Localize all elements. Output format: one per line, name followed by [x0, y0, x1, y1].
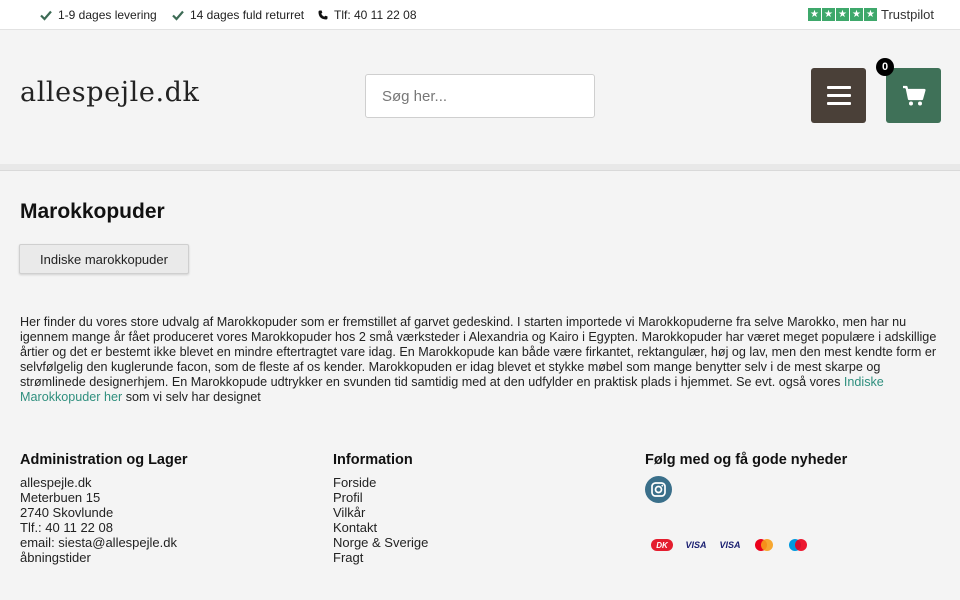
- dankort-icon: DK: [650, 536, 674, 554]
- maestro-icon: [786, 536, 810, 554]
- hamburger-line: [826, 102, 851, 105]
- checkmark-icon: [172, 10, 184, 21]
- admin-line: allespejle.dk: [20, 475, 92, 490]
- cart-icon: [902, 85, 926, 105]
- admin-line: 2740 Skovlunde: [20, 505, 114, 520]
- description-end: som vi selv har designet: [122, 390, 261, 404]
- hamburger-line: [826, 86, 851, 89]
- site-logo[interactable]: allespejle.dk: [20, 77, 199, 108]
- page-title: Marokkopuder: [20, 200, 165, 223]
- footer-info-heading: Information: [333, 452, 413, 468]
- footer-admin-heading: Administration og Lager: [20, 452, 188, 468]
- category-description: Her finder du vores store udvalg af Maro…: [20, 315, 940, 405]
- footer-link-forside[interactable]: Forside: [333, 475, 428, 490]
- admin-line: Meterbuen 15: [20, 490, 101, 505]
- trustpilot-label: Trustpilot: [881, 7, 934, 22]
- footer-info: Information Forside Profil Vilkår Kontak…: [333, 452, 428, 566]
- footer-admin: Administration og Lager allespejle.dk Me…: [20, 452, 188, 566]
- star-icon: ★: [836, 8, 850, 21]
- site-header: allespejle.dk 0: [0, 31, 960, 164]
- visa-icon: VISA: [685, 540, 707, 550]
- star-icon: ★: [864, 8, 878, 21]
- opening-hours-link[interactable]: åbningstider: [20, 550, 188, 565]
- instagram-button[interactable]: [645, 476, 672, 503]
- footer-social-heading: Følg med og få gode nyheder: [645, 452, 848, 468]
- trustpilot-stars: ★ ★ ★ ★ ★: [808, 8, 878, 21]
- admin-line: Tlf.: 40 11 22 08: [20, 520, 113, 535]
- search-input[interactable]: [365, 74, 595, 118]
- footer-link-vilkar[interactable]: Vilkår: [333, 505, 428, 520]
- cart-count-badge: 0: [876, 58, 894, 76]
- usp-return: 14 dages fuld returret: [172, 8, 304, 22]
- instagram-icon: [651, 482, 666, 497]
- footer-social: Følg med og få gode nyheder: [645, 453, 847, 475]
- phone-number: Tlf: 40 11 22 08: [334, 8, 417, 22]
- menu-button[interactable]: [811, 68, 866, 123]
- description-text: Her finder du vores store udvalg af Maro…: [20, 315, 937, 389]
- star-icon: ★: [822, 8, 836, 21]
- footer-link-kontakt[interactable]: Kontakt: [333, 520, 428, 535]
- visa-electron-icon: VISA: [719, 540, 741, 550]
- usp-return-label: 14 dages fuld returret: [190, 8, 305, 22]
- usp-phone: Tlf: 40 11 22 08: [318, 8, 417, 22]
- cart-button[interactable]: [886, 68, 941, 123]
- dankort-label: DK: [656, 541, 669, 550]
- footer-link-norge-sverige[interactable]: Norge & Sverige: [333, 535, 428, 550]
- mastercard-icon: [752, 536, 776, 554]
- header-divider: [0, 164, 960, 171]
- top-bar: 1-9 dages levering 14 dages fuld returre…: [0, 0, 960, 30]
- checkmark-icon: [40, 10, 52, 21]
- payment-methods: DK VISA VISA: [650, 536, 810, 554]
- footer-link-fragt[interactable]: Fragt: [333, 550, 428, 565]
- phone-icon: [318, 10, 328, 20]
- footer-link-profil[interactable]: Profil: [333, 490, 428, 505]
- admin-email: email: siesta@allespejle.dk: [20, 535, 177, 550]
- hamburger-line: [826, 94, 851, 97]
- star-icon: ★: [850, 8, 864, 21]
- usp-delivery-label: 1-9 dages levering: [58, 8, 157, 22]
- trustpilot-widget[interactable]: ★ ★ ★ ★ ★ Trustpilot: [808, 7, 934, 22]
- subcategory-button[interactable]: Indiske marokkopuder: [19, 244, 189, 274]
- usp-delivery: 1-9 dages levering: [40, 8, 157, 22]
- star-icon: ★: [808, 8, 822, 21]
